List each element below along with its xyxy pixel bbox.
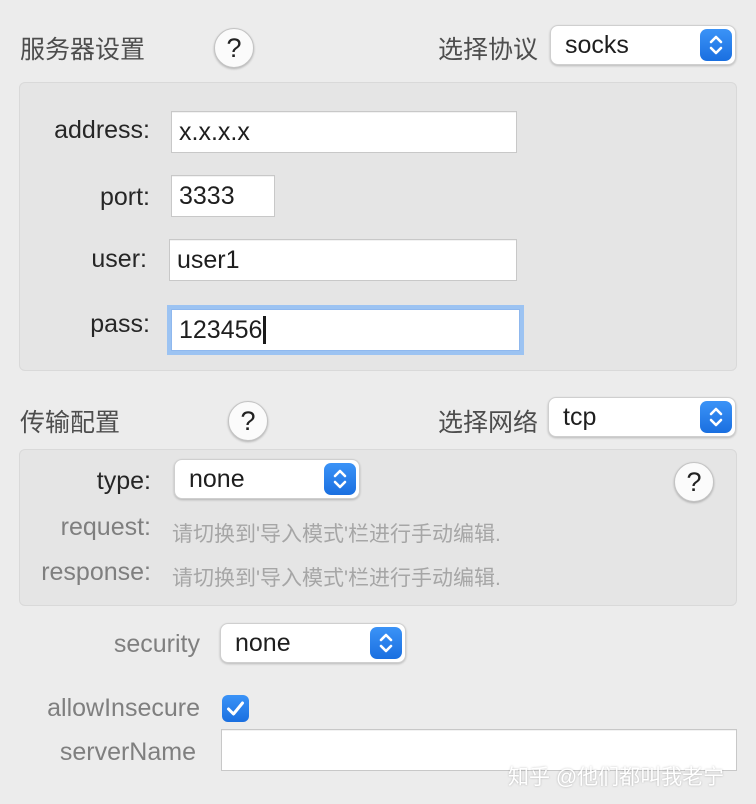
type-select-value: none bbox=[189, 464, 245, 493]
allow-insecure-checkbox[interactable] bbox=[222, 695, 249, 722]
port-label: port: bbox=[99, 183, 150, 211]
pass-field[interactable]: 123456 bbox=[171, 309, 520, 351]
up-down-chevron-icon bbox=[370, 627, 402, 659]
address-label: address: bbox=[54, 116, 150, 144]
network-select[interactable]: tcp bbox=[548, 397, 736, 437]
server-settings-title: 服务器设置 bbox=[20, 36, 146, 64]
watermark: 知乎 @他们都叫我老宁 bbox=[508, 766, 725, 789]
text-caret bbox=[263, 316, 267, 344]
request-hint: 请切换到'导入模式'栏进行手动编辑. bbox=[172, 523, 501, 546]
security-select-value: none bbox=[235, 628, 291, 657]
up-down-chevron-icon bbox=[700, 401, 732, 433]
security-label: security bbox=[113, 630, 200, 658]
server-name-label: serverName bbox=[59, 738, 196, 766]
type-select[interactable]: none bbox=[174, 459, 360, 499]
up-down-chevron-icon bbox=[700, 29, 732, 61]
response-label: response: bbox=[41, 558, 151, 586]
address-field[interactable]: x.x.x.x bbox=[171, 111, 517, 153]
checkmark-icon bbox=[227, 701, 244, 716]
transport-help-button[interactable]: ? bbox=[228, 401, 268, 441]
up-down-chevron-icon bbox=[324, 463, 356, 495]
request-label: request: bbox=[60, 513, 151, 541]
server-help-button[interactable]: ? bbox=[214, 28, 254, 68]
user-field[interactable]: user1 bbox=[169, 239, 517, 281]
type-label: type: bbox=[96, 467, 151, 495]
pass-field-value: 123456 bbox=[179, 315, 263, 344]
port-field[interactable]: 3333 bbox=[171, 175, 275, 217]
protocol-select-value: socks bbox=[565, 30, 629, 59]
type-help-button[interactable]: ? bbox=[674, 462, 714, 502]
network-label: 选择网络 bbox=[438, 409, 539, 437]
transport-settings-title: 传输配置 bbox=[20, 409, 121, 437]
response-hint: 请切换到'导入模式'栏进行手动编辑. bbox=[172, 567, 501, 590]
protocol-select[interactable]: socks bbox=[550, 25, 736, 65]
user-label: user: bbox=[91, 245, 147, 273]
security-select[interactable]: none bbox=[220, 623, 406, 663]
pass-label: pass: bbox=[90, 310, 150, 338]
network-select-value: tcp bbox=[563, 402, 597, 431]
allow-insecure-label: allowInsecure bbox=[47, 694, 200, 722]
protocol-label: 选择协议 bbox=[438, 36, 539, 64]
